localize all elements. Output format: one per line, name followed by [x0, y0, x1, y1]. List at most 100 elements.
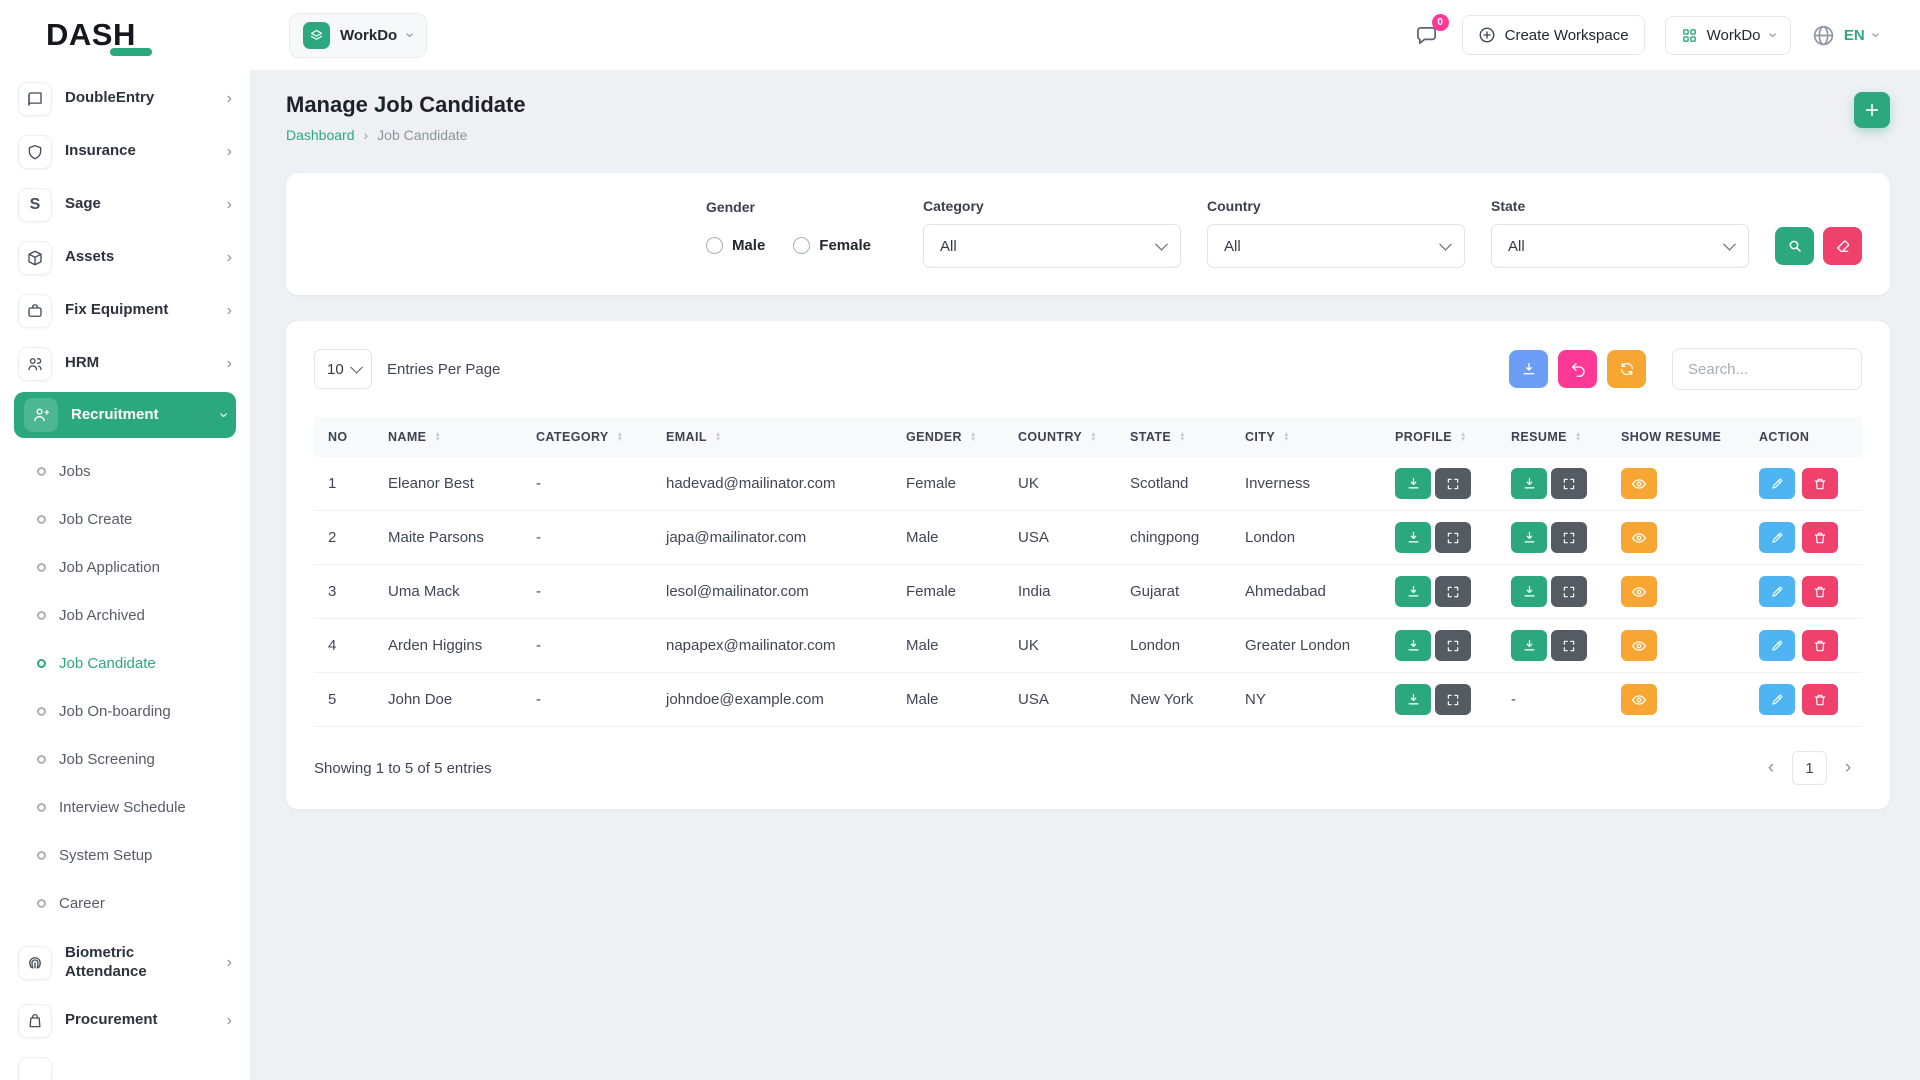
- plus-circle-icon: [1478, 26, 1496, 44]
- header-actions: 0 Create Workspace WorkDo › EN ›: [1411, 15, 1920, 55]
- profile-download-button[interactable]: [1395, 630, 1431, 661]
- resume-download-button[interactable]: [1511, 630, 1547, 661]
- show-resume-button[interactable]: [1621, 522, 1657, 553]
- workdo-apps-button[interactable]: WorkDo ›: [1665, 16, 1791, 55]
- entries-per-page-select[interactable]: 10: [314, 349, 372, 389]
- sidebar-item-job-create[interactable]: Job Create: [0, 495, 250, 543]
- show-resume-button[interactable]: [1621, 468, 1657, 499]
- gender-male-radio[interactable]: Male: [706, 237, 765, 254]
- profile-expand-button[interactable]: [1435, 684, 1471, 715]
- table-row: 4 Arden Higgins - napapex@mailinator.com…: [314, 619, 1862, 673]
- country-select[interactable]: All: [1207, 224, 1465, 268]
- resume-expand-button[interactable]: [1551, 468, 1587, 499]
- sidebar-item-job-archived[interactable]: Job Archived: [0, 591, 250, 639]
- show-resume-button[interactable]: [1621, 684, 1657, 715]
- show-resume-button[interactable]: [1621, 630, 1657, 661]
- profile-download-button[interactable]: [1395, 468, 1431, 499]
- category-select[interactable]: All: [923, 224, 1181, 268]
- column-header-email[interactable]: EMAIL▲▼: [652, 417, 892, 457]
- sidebar-item-procurement[interactable]: Procurement ›: [0, 994, 250, 1047]
- filter-reset-button[interactable]: [1823, 227, 1862, 265]
- breadcrumb-dashboard-link[interactable]: Dashboard: [286, 127, 355, 143]
- delete-button[interactable]: [1802, 576, 1838, 607]
- column-header-category[interactable]: CATEGORY▲▼: [522, 417, 652, 457]
- box-icon: [18, 241, 52, 275]
- cell-email: hadevad@mailinator.com: [652, 457, 892, 511]
- sidebar-item-hrm[interactable]: HRM ›: [0, 337, 250, 390]
- undo-button[interactable]: [1558, 350, 1597, 388]
- profile-expand-button[interactable]: [1435, 576, 1471, 607]
- language-selector[interactable]: EN ›: [1811, 23, 1878, 48]
- profile-download-button[interactable]: [1395, 576, 1431, 607]
- delete-button[interactable]: [1802, 522, 1838, 553]
- sidebar-item-partial[interactable]: [0, 1047, 250, 1080]
- sidebar-item-doubleentry[interactable]: DoubleEntry ›: [0, 72, 250, 125]
- column-header-gender[interactable]: GENDER▲▼: [892, 417, 1004, 457]
- sidebar-item-biometric-attendance[interactable]: Biometric Attendance ›: [0, 932, 250, 994]
- sidebar-item-career[interactable]: Career: [0, 879, 250, 927]
- show-resume-button[interactable]: [1621, 576, 1657, 607]
- profile-download-button[interactable]: [1395, 684, 1431, 715]
- column-header-country[interactable]: COUNTRY▲▼: [1004, 417, 1116, 457]
- resume-expand-button[interactable]: [1551, 522, 1587, 553]
- delete-button[interactable]: [1802, 468, 1838, 499]
- create-workspace-button[interactable]: Create Workspace: [1462, 15, 1645, 55]
- filter-search-button[interactable]: [1775, 227, 1814, 265]
- undo-icon: [1570, 361, 1586, 377]
- edit-button[interactable]: [1759, 684, 1795, 715]
- delete-button[interactable]: [1802, 630, 1838, 661]
- edit-button[interactable]: [1759, 522, 1795, 553]
- column-header-state[interactable]: STATE▲▼: [1116, 417, 1231, 457]
- pagination-prev-button[interactable]: ‹: [1757, 752, 1785, 784]
- cell-name: Eleanor Best: [374, 457, 522, 511]
- state-select[interactable]: All: [1491, 224, 1749, 268]
- gender-female-radio[interactable]: Female: [793, 237, 871, 254]
- column-header-resume[interactable]: RESUME▲▼: [1497, 417, 1607, 457]
- refresh-icon: [1619, 361, 1635, 377]
- sidebar-item-job-candidate[interactable]: Job Candidate: [0, 639, 250, 687]
- sidebar-item-sage[interactable]: S Sage ›: [0, 178, 250, 231]
- sidebar-item-job-screening[interactable]: Job Screening: [0, 735, 250, 783]
- download-icon: [1406, 584, 1421, 599]
- candidate-table-card: 10 Entries Per Page: [286, 321, 1890, 809]
- sidebar-item-jobs[interactable]: Jobs: [0, 447, 250, 495]
- profile-expand-button[interactable]: [1435, 630, 1471, 661]
- resume-download-button[interactable]: [1511, 468, 1547, 499]
- add-candidate-button[interactable]: [1854, 92, 1890, 128]
- resume-expand-button[interactable]: [1551, 630, 1587, 661]
- column-header-profile[interactable]: PROFILE▲▼: [1381, 417, 1497, 457]
- edit-button[interactable]: [1759, 576, 1795, 607]
- sidebar-item-insurance[interactable]: Insurance ›: [0, 125, 250, 178]
- table-search-input[interactable]: [1672, 348, 1862, 390]
- delete-button[interactable]: [1802, 684, 1838, 715]
- resume-download-button[interactable]: [1511, 576, 1547, 607]
- export-button[interactable]: [1509, 350, 1548, 388]
- profile-expand-button[interactable]: [1435, 522, 1471, 553]
- sort-icon: ▲▼: [970, 432, 977, 443]
- sidebar-item-fix-equipment[interactable]: Fix Equipment ›: [0, 284, 250, 337]
- profile-download-button[interactable]: [1395, 522, 1431, 553]
- column-header-name[interactable]: NAME▲▼: [374, 417, 522, 457]
- users-icon: [18, 347, 52, 381]
- sidebar-item-interview-schedule[interactable]: Interview Schedule: [0, 783, 250, 831]
- edit-button[interactable]: [1759, 630, 1795, 661]
- resume-expand-button[interactable]: [1551, 576, 1587, 607]
- pagination-next-button[interactable]: ›: [1834, 752, 1862, 784]
- sidebar-item-assets[interactable]: Assets ›: [0, 231, 250, 284]
- sidebar-item-job-onboarding[interactable]: Job On-boarding: [0, 687, 250, 735]
- profile-expand-button[interactable]: [1435, 468, 1471, 499]
- messages-button[interactable]: 0: [1411, 20, 1442, 51]
- sidebar-item-job-application[interactable]: Job Application: [0, 543, 250, 591]
- refresh-button[interactable]: [1607, 350, 1646, 388]
- brand-logo[interactable]: DASH: [0, 17, 250, 53]
- sidebar-item-recruitment[interactable]: Recruitment ›: [14, 392, 236, 438]
- pagination-page-button[interactable]: 1: [1792, 751, 1827, 785]
- workspace-selector[interactable]: WorkDo ›: [289, 13, 427, 58]
- edit-button[interactable]: [1759, 468, 1795, 499]
- bullet-icon: [37, 755, 46, 764]
- sidebar-item-system-setup[interactable]: System Setup: [0, 831, 250, 879]
- resume-download-button[interactable]: [1511, 522, 1547, 553]
- column-header-action: ACTION: [1745, 417, 1862, 457]
- cell-gender: Male: [892, 673, 1004, 727]
- column-header-city[interactable]: CITY▲▼: [1231, 417, 1381, 457]
